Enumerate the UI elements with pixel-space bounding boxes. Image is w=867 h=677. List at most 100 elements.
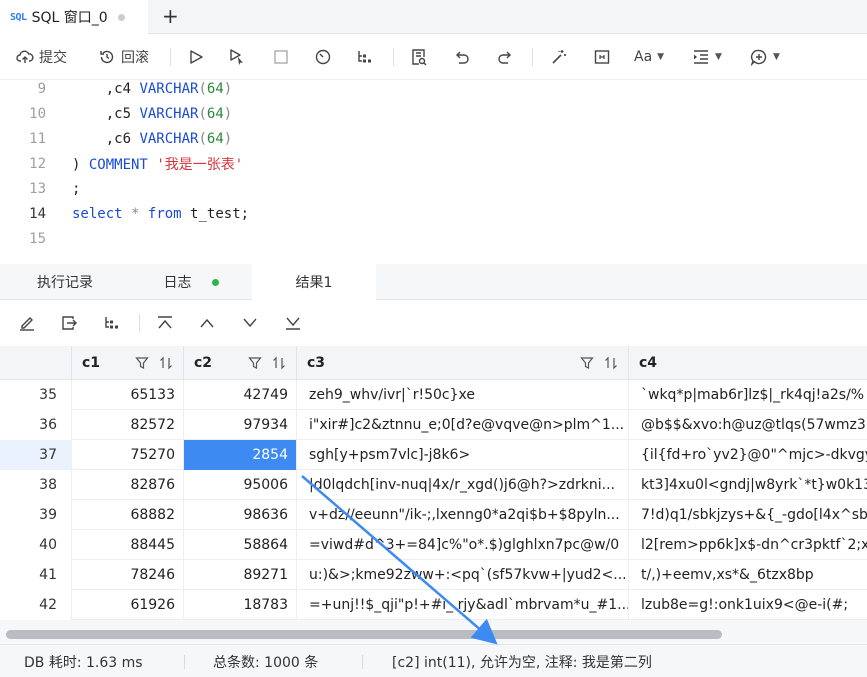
- cell-c2[interactable]: 97934: [184, 410, 297, 440]
- explain-button[interactable]: [314, 44, 332, 70]
- stop-button[interactable]: [272, 44, 290, 70]
- sort-icon[interactable]: [604, 356, 618, 370]
- rollback-button[interactable]: 回滚: [98, 44, 149, 70]
- result-grid: c1 c2 c3 c4 35 65133 42749 zeh9_whv/ivr|…: [0, 346, 867, 620]
- table-row[interactable]: 41 78246 89271 u:)&>;kme92zww+:<pq`(sf57…: [0, 560, 867, 590]
- table-row[interactable]: 38 82876 95006 |d0lqdch[inv-nuq|4x/r_xgd…: [0, 470, 867, 500]
- cell-c4[interactable]: {il{fd+ro`yv2}@0"^mjc>-dkvgy4: [629, 440, 867, 470]
- cell-c2[interactable]: 58864: [184, 530, 297, 560]
- prev-page-button[interactable]: [198, 314, 216, 336]
- cell-c3[interactable]: i"xir#]c2&ztnnu_e;0[d?e@vqve@n>plm^1...: [297, 410, 629, 440]
- tree-view-button[interactable]: [103, 314, 121, 336]
- cell-c2[interactable]: 89271: [184, 560, 297, 590]
- indent-dropdown[interactable]: ▼: [692, 44, 722, 70]
- toolbar-divider: [139, 314, 140, 332]
- font-size-dropdown[interactable]: Aa ▼: [634, 44, 664, 70]
- table-row-selected[interactable]: 37 75270 2854 sgh[y+psm7vlc]-j8k6> {il{f…: [0, 440, 867, 470]
- column-header-c3[interactable]: c3: [297, 346, 629, 380]
- table-row[interactable]: 35 65133 42749 zeh9_whv/ivr|`r!50c}xe `w…: [0, 380, 867, 410]
- table-row[interactable]: 42 61926 18783 =+unj!!$_qji"p!+#i_ rjy&a…: [0, 590, 867, 620]
- cell-c3[interactable]: =+unj!!$_qji"p!+#i_ rjy&adl`mbrvam*u_#1.…: [297, 590, 629, 620]
- cell-c3[interactable]: |d0lqdch[inv-nuq|4x/r_xgd()j6@h?>zdrkni.…: [297, 470, 629, 500]
- table-row[interactable]: 40 88445 58864 =viwd#d^3+=84]c%"o*.$)glg…: [0, 530, 867, 560]
- cell-c1[interactable]: 65133: [72, 380, 184, 410]
- cell-c3[interactable]: =viwd#d^3+=84]c%"o*.$)glghlxn7pc@w/0: [297, 530, 629, 560]
- cell-c2[interactable]: 42749: [184, 380, 297, 410]
- tab-result-1[interactable]: 结果1: [252, 264, 376, 300]
- cell-c3[interactable]: u:)&>;kme92zww+:<pq`(sf57kvw+|yud2<...: [297, 560, 629, 590]
- sql-icon: SQL: [10, 11, 27, 23]
- cell-c2-selected[interactable]: 2854: [184, 440, 297, 470]
- code-text: ,c6 VARCHAR(64): [105, 130, 233, 147]
- line-number: 15: [29, 230, 46, 247]
- cell-c3[interactable]: sgh[y+psm7vlc]-j8k6>: [297, 440, 629, 470]
- next-page-button[interactable]: [241, 314, 259, 336]
- sql-editor[interactable]: 9 ,c4 VARCHAR(64) 10 ,c5 VARCHAR(64) 11 …: [0, 80, 867, 264]
- run-button[interactable]: [187, 44, 205, 70]
- cell-c4[interactable]: @b$$&xvo:h@uz@tlqs(57wmz3: [629, 410, 867, 440]
- cell-c2[interactable]: 18783: [184, 590, 297, 620]
- filter-icon[interactable]: [135, 356, 149, 370]
- export-button[interactable]: [60, 314, 78, 336]
- cell-c1[interactable]: 75270: [72, 440, 184, 470]
- cell-c3[interactable]: v+dz//eeunn"/ik-;,lxenng0*a2qi$b+$8pyln.…: [297, 500, 629, 530]
- chevron-down-icon: ▼: [773, 52, 780, 62]
- cell-c4[interactable]: l2[rem>pp6k]x$-dn^cr3pktf`2;x: [629, 530, 867, 560]
- last-page-button[interactable]: [284, 314, 302, 336]
- cell-c4[interactable]: t/,)+eemv,xs*&_6tzx8bp: [629, 560, 867, 590]
- column-header-c2[interactable]: c2: [184, 346, 297, 380]
- grid-toolbar: [0, 300, 867, 346]
- scrollbar-thumb[interactable]: [6, 630, 722, 639]
- column-header-c1[interactable]: c1: [72, 346, 184, 380]
- redo-button[interactable]: [496, 44, 514, 70]
- cell-c1[interactable]: 78246: [72, 560, 184, 590]
- tab-title: SQL 窗口_0: [31, 10, 108, 26]
- cell-c4[interactable]: lzub8e=g!:onk1uix9<@e-i(#;: [629, 590, 867, 620]
- code-text: ) COMMENT '我是一张表': [72, 156, 244, 173]
- chevron-down-icon: ▼: [715, 52, 722, 62]
- table-row[interactable]: 36 82572 97934 i"xir#]c2&ztnnu_e;0[d?e@v…: [0, 410, 867, 440]
- column-name: c1: [82, 355, 101, 371]
- cell-c1[interactable]: 82876: [72, 470, 184, 500]
- undo-button[interactable]: [453, 44, 471, 70]
- row-index: 35: [0, 380, 72, 410]
- first-page-button[interactable]: [156, 314, 174, 336]
- cell-c4[interactable]: 7!d)q1/sbkjzys+&{_-gdo[l4x^sb: [629, 500, 867, 530]
- cell-c3[interactable]: zeh9_whv/ivr|`r!50c}xe: [297, 380, 629, 410]
- run-selected-button[interactable]: [228, 44, 246, 70]
- sort-icon[interactable]: [272, 356, 286, 370]
- table-row[interactable]: 39 68882 98636 v+dz//eeunn"/ik-;,lxenng0…: [0, 500, 867, 530]
- filter-icon[interactable]: [580, 356, 594, 370]
- magic-button[interactable]: [550, 44, 568, 70]
- cell-c1[interactable]: 82572: [72, 410, 184, 440]
- cell-c4[interactable]: `wkq*p|mab6r]lz$|_rk4qj!a2s/%: [629, 380, 867, 410]
- cell-c4[interactable]: kt3]4xu0l<gndj|w8yrk`*t}w0k13: [629, 470, 867, 500]
- add-tab-button[interactable]: +: [162, 4, 179, 28]
- chevron-up-icon: [200, 318, 214, 328]
- row-index: 40: [0, 530, 72, 560]
- row-index: 39: [0, 500, 72, 530]
- submit-button[interactable]: 提交: [16, 44, 67, 70]
- format-button[interactable]: [410, 44, 428, 70]
- horizontal-scrollbar[interactable]: [0, 620, 867, 644]
- cell-c2[interactable]: 95006: [184, 470, 297, 500]
- edit-button[interactable]: [18, 314, 36, 336]
- tab-sql-window-0[interactable]: SQL SQL 窗口_0: [0, 0, 148, 34]
- code-text: ;: [72, 180, 81, 197]
- row-index: 38: [0, 470, 72, 500]
- sort-icon[interactable]: [159, 356, 173, 370]
- snippet-dropdown[interactable]: ▼: [750, 44, 780, 70]
- tree-icon: [105, 317, 118, 329]
- tab-log[interactable]: 日志: [130, 264, 252, 300]
- tab-execution-log[interactable]: 执行记录: [0, 264, 130, 300]
- edit-icon: [20, 317, 34, 331]
- column-header-c4[interactable]: c4: [629, 346, 867, 380]
- filter-icon[interactable]: [248, 356, 262, 370]
- column-mode-button[interactable]: [593, 44, 611, 70]
- cell-c1[interactable]: 88445: [72, 530, 184, 560]
- tree-button[interactable]: [356, 44, 374, 70]
- cell-c1[interactable]: 68882: [72, 500, 184, 530]
- cell-c1[interactable]: 61926: [72, 590, 184, 620]
- cell-c2[interactable]: 98636: [184, 500, 297, 530]
- last-page-icon: [286, 317, 300, 330]
